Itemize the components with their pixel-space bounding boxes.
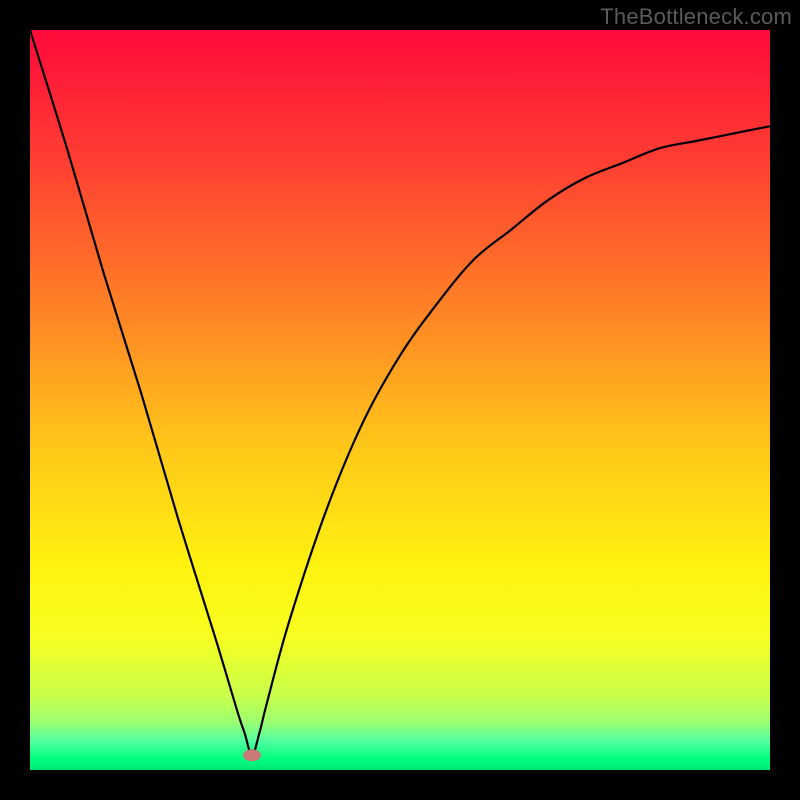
optimum-marker xyxy=(243,749,261,761)
plot-area xyxy=(30,30,770,770)
gradient-background xyxy=(30,30,770,770)
chart-svg xyxy=(30,30,770,770)
chart-frame: TheBottleneck.com xyxy=(0,0,800,800)
watermark-text: TheBottleneck.com xyxy=(600,4,792,30)
